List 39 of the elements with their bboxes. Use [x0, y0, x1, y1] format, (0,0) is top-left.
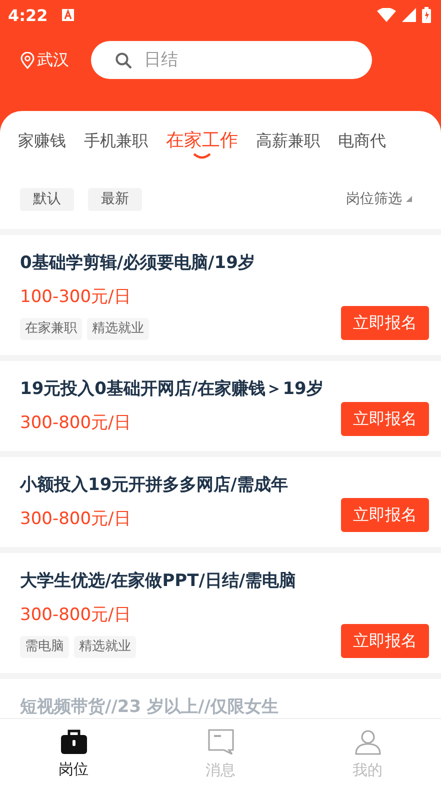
message-icon [208, 729, 234, 755]
apply-button[interactable]: 立即报名 [341, 306, 429, 340]
salary: 300-800元/日 [20, 412, 131, 435]
job-tag: 在家兼职 [20, 318, 82, 340]
apply-button[interactable]: 立即报名 [341, 498, 429, 532]
salary: 100-300元/日 [20, 286, 131, 309]
job-title[interactable]: 大学生优选/在家做PPT/日结/需电脑 [20, 568, 296, 594]
nav-tab[interactable]: 岗位 [0, 719, 147, 785]
tab-indicator-icon [193, 153, 211, 159]
battery-icon [422, 7, 431, 23]
location-pin-icon [20, 52, 35, 68]
apply-button[interactable]: 立即报名 [341, 402, 429, 436]
job-title[interactable]: 小额投入19元开拼多多网店/需成年 [20, 472, 288, 498]
clock: 4:22 [8, 6, 48, 24]
search-field[interactable]: 日结 [91, 41, 372, 79]
sort-option[interactable]: 最新 [88, 188, 142, 210]
salary: 300-800元/日 [20, 508, 131, 531]
salary: 300-800元/日 [20, 604, 131, 627]
tab[interactable]: 在家工作 [157, 129, 247, 161]
tab[interactable]: 手机兼职 [75, 129, 157, 161]
job-title[interactable]: 19元投入0基础开网店/在家赚钱＞19岁 [20, 376, 324, 402]
tab[interactable]: 家赚钱 [9, 129, 75, 161]
filter-dropdown[interactable]: 岗位筛选 [346, 190, 402, 208]
job-tag: 精选就业 [74, 636, 136, 658]
job-title[interactable]: 0基础学剪辑/必须要电脑/19岁 [20, 250, 255, 276]
tab[interactable]: 电商代 [329, 129, 395, 161]
tab[interactable]: 高薪兼职 [247, 129, 329, 161]
search-icon [115, 52, 132, 69]
person-icon [354, 729, 380, 755]
city-label[interactable]: 武汉 [37, 50, 69, 70]
apply-button[interactable]: 立即报名 [341, 624, 429, 658]
job-tag: 精选就业 [87, 318, 149, 340]
job-tag: 需电脑 [20, 636, 69, 658]
sort-option[interactable]: 默认 [20, 188, 74, 210]
wifi-icon [377, 8, 396, 22]
briefcase-icon [60, 729, 86, 754]
signal-icon [402, 8, 416, 22]
notification-icon [62, 9, 74, 21]
caret-icon [406, 196, 412, 202]
